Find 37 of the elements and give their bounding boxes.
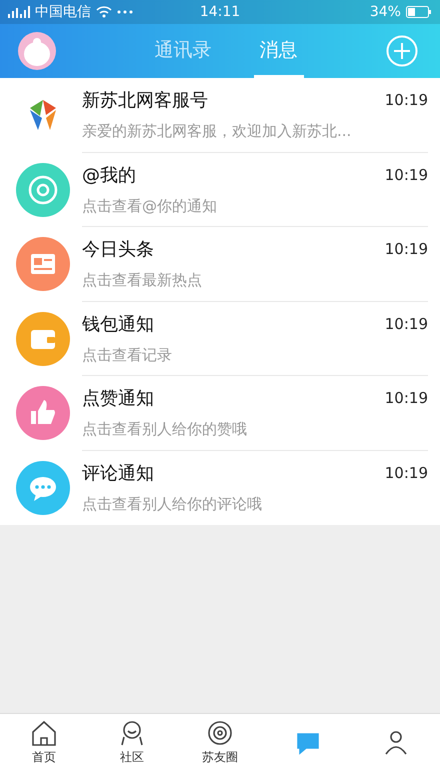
nav-item[interactable]: 首页 [0, 714, 88, 770]
message-title: 今日头条 [82, 238, 154, 262]
message-item[interactable]: 钱包通知 10:19 点击查看记录 [0, 302, 440, 376]
message-title: 点赞通知 [82, 387, 154, 410]
message-time: 10:19 [384, 314, 428, 333]
message-title: @我的 [82, 164, 136, 187]
message-time: 10:19 [384, 166, 428, 184]
add-icon[interactable] [386, 35, 418, 67]
message-title: 新苏北网客服号 [82, 89, 208, 112]
message-time: 10:19 [384, 240, 428, 258]
message-preview: 点击查看记录 [82, 346, 173, 365]
signal-icon [8, 6, 30, 18]
message-preview: 点击查看别人给你的评论哦 [82, 495, 263, 514]
nav-item[interactable]: 社区 [88, 714, 176, 770]
avatar-icon[interactable] [18, 32, 56, 70]
message-item[interactable]: 评论通知 10:19 点击查看别人给你的评论哦 [0, 450, 440, 525]
message-preview: 点击查看最新热点 [82, 271, 203, 290]
message-item[interactable]: 点赞通知 10:19 点击查看别人给你的赞哦 [0, 376, 440, 450]
message-preview: 点击查看@你的通知 [82, 196, 218, 216]
house-icon [30, 718, 58, 746]
message-item[interactable]: 新苏北网客服号 10:19 亲爱的新苏北网客服，欢迎加入新苏北... [0, 78, 440, 152]
carrier-name: 中国电信 [35, 3, 91, 21]
more-icon [117, 10, 133, 14]
message-preview: 亲爱的新苏北网客服，欢迎加入新苏北... [82, 122, 352, 142]
battery-percent: 34% [370, 4, 401, 20]
message-item[interactable]: @我的 10:19 点击查看@你的通知 [0, 152, 440, 227]
message-item[interactable]: 今日头条 10:19 点击查看最新热点 [0, 227, 440, 302]
message-preview: 点击查看别人给你的赞哦 [82, 420, 248, 440]
message-time: 10:19 [384, 91, 428, 110]
clock-time: 14:11 [200, 4, 240, 20]
message-title: 钱包通知 [82, 312, 154, 336]
message-title: 评论通知 [82, 462, 154, 486]
message-time: 10:19 [384, 389, 428, 408]
message-time: 10:19 [384, 464, 428, 482]
battery-icon [406, 6, 432, 18]
wifi-icon [96, 6, 112, 18]
nav-item[interactable]: 苏友圈 [176, 714, 264, 770]
